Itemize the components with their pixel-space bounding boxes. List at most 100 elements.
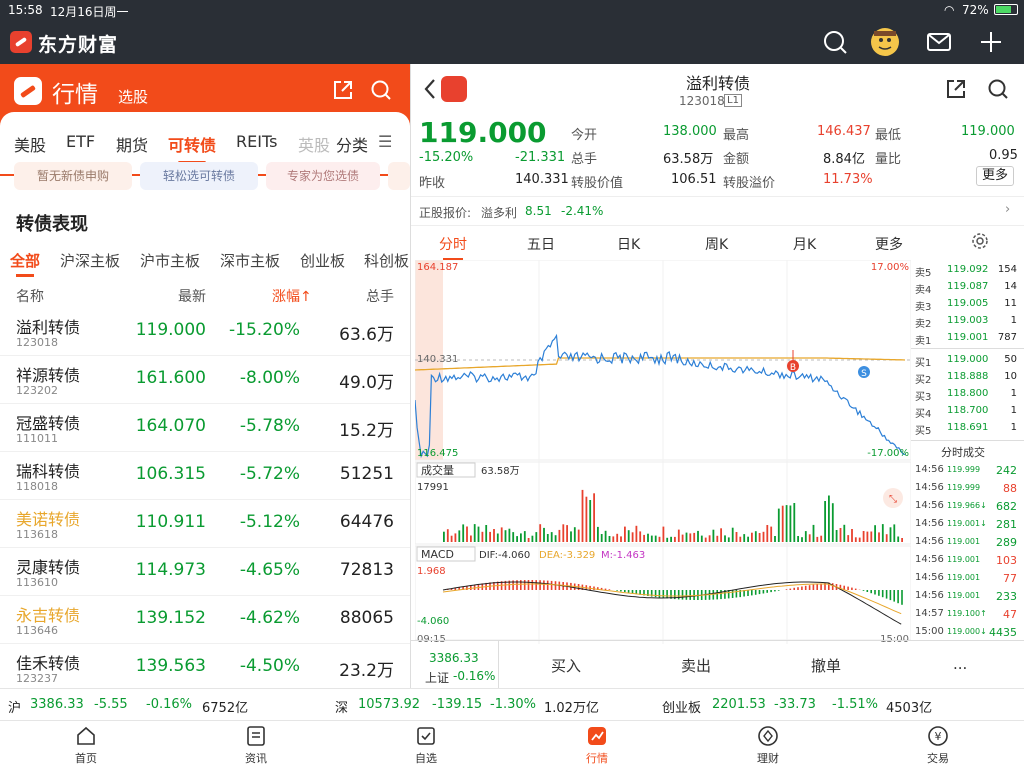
table-row[interactable]: 冠盛转债 111011 164.070 -5.78% 15.2万 [0, 404, 410, 452]
level-badge[interactable]: L1 [724, 94, 742, 107]
search-icon[interactable] [822, 29, 848, 55]
market-tab-sz[interactable]: 深市主板 [220, 250, 280, 271]
nav-market[interactable]: 行情 [557, 721, 637, 769]
share-icon[interactable] [332, 79, 354, 101]
tab-etf[interactable]: ETF [66, 132, 95, 151]
macd-bar [528, 580, 530, 590]
order-book-sell-row[interactable]: 卖3119.00511 [915, 296, 1023, 313]
buy-marker[interactable]: B [787, 350, 799, 373]
tab-more[interactable]: 更多 [875, 234, 903, 254]
sell-marker[interactable]: S [858, 366, 870, 379]
nav-watchlist[interactable]: 自选 [386, 721, 466, 769]
macd-bar [751, 590, 753, 595]
tab-uk-stock[interactable]: 英股 [298, 132, 330, 156]
order-book-buy-row[interactable]: 买2118.88810 [915, 369, 1023, 386]
table-row[interactable]: 美诺转债 113618 110.911 -5.12% 64476 [0, 500, 410, 548]
macd-bar [786, 589, 788, 590]
tab-weekly-k[interactable]: 周K [705, 234, 728, 254]
mail-icon[interactable] [926, 29, 952, 55]
promo-new-bond[interactable]: 暂无新债申购 [14, 162, 132, 190]
intraday-chart[interactable]: 164.187 140.331 116.475 17.00% -17.00% B… [415, 260, 911, 644]
search-icon[interactable] [987, 78, 1009, 100]
underlying-stock-row[interactable]: 正股报价: 溢多利 8.51 -2.41% › [411, 196, 1024, 226]
tab-category[interactable]: 分类 [336, 132, 368, 156]
sell-qty: 14 [1004, 281, 1017, 292]
promo-expert[interactable]: 专家为您选债 [266, 162, 380, 190]
table-row[interactable]: 永吉转债 113646 139.152 -4.62% 88065 [0, 596, 410, 644]
nav-wealth[interactable]: 理财 [728, 721, 808, 769]
col-volume[interactable]: 总手 [366, 286, 394, 306]
index-mini[interactable]: 3386.33 上证 -0.16% [411, 641, 499, 689]
macd-bar [778, 590, 780, 591]
order-book-sell-row[interactable]: 卖5119.092154 [915, 262, 1023, 279]
buy-button[interactable]: 买入 [551, 655, 581, 676]
avatar[interactable] [870, 27, 900, 57]
macd-bar [543, 580, 545, 590]
add-icon[interactable] [978, 29, 1004, 55]
tab-daily-k[interactable]: 日K [617, 234, 640, 254]
cancel-order-button[interactable]: 撤单 [811, 655, 841, 676]
volume-bar [505, 530, 507, 542]
volume-bar [478, 527, 480, 542]
volume-bar [678, 530, 680, 542]
order-book-buy-row[interactable]: 买1119.00050 [915, 352, 1023, 369]
tab-monthly-k[interactable]: 月K [793, 234, 816, 254]
tab-intraday[interactable]: 分时 [439, 234, 467, 254]
volume-bar [462, 524, 464, 542]
volume-bar [840, 528, 842, 542]
order-book-sell-row[interactable]: 卖4119.08714 [915, 279, 1023, 296]
table-row[interactable]: 灵康转债 113610 114.973 -4.65% 72813 [0, 548, 410, 596]
order-book-buy-row[interactable]: 买4118.7001 [915, 403, 1023, 420]
order-book-buy-row[interactable]: 买5118.6911 [915, 420, 1023, 437]
trade-qty: 77 [1003, 572, 1017, 585]
trades-title[interactable]: 分时成交 [941, 444, 985, 460]
nav-news[interactable]: 资讯 [216, 721, 296, 769]
col-latest[interactable]: 最新 [178, 286, 206, 306]
nav-trade[interactable]: ¥ 交易 [898, 721, 978, 769]
promo-more[interactable] [388, 162, 410, 190]
market-tab-star[interactable]: 科创板 [364, 250, 409, 271]
tab-convertible-bond[interactable]: 可转债 [168, 132, 216, 156]
order-book-sell-row[interactable]: 卖1119.001787 [915, 330, 1023, 347]
tab-futures[interactable]: 期货 [116, 132, 148, 156]
table-row[interactable]: 佳禾转债 123237 139.563 -4.50% 23.2万 [0, 644, 410, 692]
market-tab-all[interactable]: 全部 [10, 250, 40, 271]
y-mid-label: 140.331 [417, 354, 458, 365]
change-percent: -15.20% [419, 150, 473, 165]
tab-us-stock[interactable]: 美股 [14, 132, 46, 156]
sell-button[interactable]: 卖出 [681, 655, 711, 676]
share-icon[interactable] [945, 78, 967, 100]
more-button[interactable]: 更多 [976, 166, 1014, 186]
gear-icon[interactable] [971, 232, 989, 250]
table-row[interactable]: 祥源转债 123202 161.600 -8.00% 49.0万 [0, 356, 410, 404]
promo-pick-bond[interactable]: 轻松选可转债 [140, 162, 258, 190]
bond-row-code: 123237 [16, 672, 58, 685]
tab-reits[interactable]: REITs [236, 132, 277, 151]
volume-bar [670, 537, 672, 542]
macd-bar [797, 587, 799, 590]
col-change[interactable]: 涨幅↑ [272, 286, 312, 306]
bond-row-price: 106.315 [136, 464, 206, 484]
order-book-sell-row[interactable]: 卖2119.0031 [915, 313, 1023, 330]
action-bar: 3386.33 上证 -0.16% 买入 卖出 撤单 ... [411, 640, 1024, 688]
volume-bar [466, 527, 468, 543]
macd-bar [624, 590, 626, 592]
tab-five-day[interactable]: 五日 [527, 234, 555, 254]
table-row[interactable]: 溢利转债 123018 119.000 -15.20% 63.6万 [0, 308, 410, 356]
market-tab-gem[interactable]: 创业板 [300, 250, 345, 271]
nav-home[interactable]: 首页 [46, 721, 126, 769]
volume-bar [689, 533, 691, 542]
menu-icon[interactable]: ☰ [378, 132, 392, 151]
market-tab-sh[interactable]: 沪市主板 [140, 250, 200, 271]
stock-picker-link[interactable]: 选股 [118, 86, 148, 107]
search-icon[interactable] [370, 79, 392, 101]
market-tab-shsz[interactable]: 沪深主板 [60, 250, 120, 271]
stat-volume-label: 总手 [571, 148, 597, 167]
order-book-buy-row[interactable]: 买3118.8001 [915, 386, 1023, 403]
index-ticker-bar[interactable]: 沪 3386.33 -5.55 -0.16% 6752亿 深 10573.92 … [0, 688, 1024, 720]
current-price: 119.000 [419, 116, 547, 149]
more-actions-button[interactable]: ... [953, 655, 967, 673]
table-row[interactable]: 瑞科转债 118018 106.315 -5.72% 51251 [0, 452, 410, 500]
macd-bar [539, 580, 541, 590]
macd-label: MACD [421, 548, 454, 561]
